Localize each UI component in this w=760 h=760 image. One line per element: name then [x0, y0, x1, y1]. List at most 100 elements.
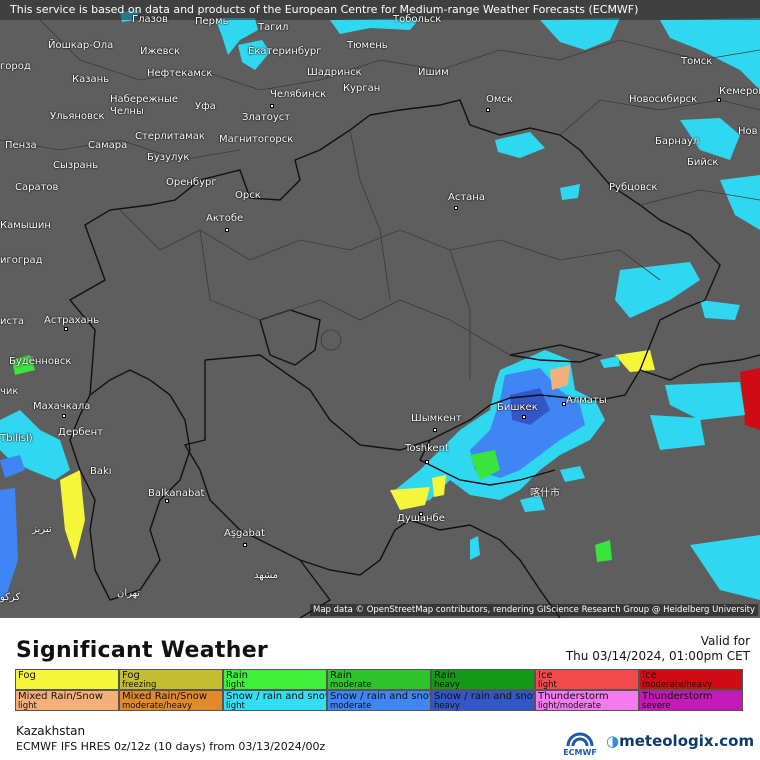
legend-item-intensity: light — [226, 701, 245, 711]
city-label: Махачкала — [33, 401, 91, 412]
legend-item-intensity: light — [226, 680, 245, 690]
model-info: ECMWF IFS HRES 0z/12z (10 days) from 03/… — [16, 740, 326, 753]
legend-item: Rain light — [223, 669, 327, 690]
legend-item: Ice light — [535, 669, 639, 690]
legend-item: Thunderstorm severe — [639, 690, 743, 711]
city-label: Курган — [343, 83, 381, 94]
legend-item: Snow / rain and snow heavy — [431, 690, 535, 711]
legend-panel: Significant Weather Valid for Thu 03/14/… — [0, 618, 760, 760]
city-label: تهران — [117, 588, 141, 599]
brand-text: meteologix.com — [619, 732, 755, 750]
city-label: игоград — [0, 255, 43, 266]
city-label: Екатеринбург — [248, 46, 322, 57]
valid-time: Thu 03/14/2024, 01:00pm CET — [565, 649, 750, 663]
map-attribution[interactable]: Map data © OpenStreetMap contributors, r… — [310, 604, 758, 616]
city-label: Toshkent — [405, 443, 449, 454]
legend-item-intensity: moderate/heavy — [642, 680, 713, 690]
city-marker — [562, 402, 566, 406]
city-label: Ульяновск — [50, 111, 105, 122]
legend-item: Mixed Rain/Snow moderate/heavy — [119, 690, 223, 711]
legend-item: Fog — [15, 669, 119, 690]
region-borders — [0, 19, 760, 380]
city-label: Новосибирск — [629, 94, 698, 105]
city-marker — [270, 104, 274, 108]
city-label: Омск — [486, 94, 513, 105]
city-marker — [522, 415, 526, 419]
city-label: Бишкек — [497, 402, 538, 413]
city-label: Сызрань — [53, 160, 99, 171]
city-label: Дербент — [58, 427, 103, 438]
city-label: чик — [0, 386, 19, 397]
legend-item: Rain moderate — [327, 669, 431, 690]
city-label: Бузулук — [147, 152, 190, 163]
city-label: Орск — [235, 190, 261, 201]
city-label: Balkanabat — [148, 488, 205, 499]
region-name: Kazakhstan — [16, 724, 86, 738]
city-label: Рубцовск — [609, 182, 658, 193]
city-label: Тюмень — [347, 40, 388, 51]
city-marker — [717, 98, 721, 102]
legend-item: Ice moderate/heavy — [639, 669, 743, 690]
city-marker — [64, 327, 68, 331]
legend-item: Rain heavy — [431, 669, 535, 690]
city-label: город — [0, 61, 31, 72]
legend-item-intensity: light/moderate — [538, 701, 602, 711]
city-label: Шадринск — [307, 67, 362, 78]
ecmwf-globe-icon — [566, 732, 594, 747]
city-label: 喀什市 — [530, 488, 560, 499]
city-marker — [225, 228, 229, 232]
panel-title: Significant Weather — [16, 638, 269, 663]
city-label: Пермь — [195, 16, 229, 27]
city-marker — [165, 499, 169, 503]
city-label: Саратов — [15, 182, 59, 193]
city-marker — [454, 206, 458, 210]
legend-item-label: Fog — [18, 670, 36, 681]
city-label: کرکو — [0, 592, 21, 603]
city-label: Ижевск — [140, 46, 181, 57]
brand-link[interactable]: ◑meteologix.com — [606, 732, 754, 750]
city-label: Нефтекамск — [147, 68, 213, 79]
city-label: Кемеров — [719, 86, 760, 97]
city-label: Златоуст — [242, 112, 291, 123]
brand-icon: ◑ — [606, 732, 620, 750]
legend-item: Snow / rain and snow moderate — [327, 690, 431, 711]
city-label: Стерлитамак — [135, 131, 205, 142]
legend-item: Fog freezing — [119, 669, 223, 690]
city-marker — [62, 414, 66, 418]
city-label: Астана — [448, 192, 485, 203]
city-label: Глазов — [132, 14, 168, 25]
city-marker — [243, 543, 247, 547]
legend-item-intensity: moderate — [330, 701, 372, 711]
legend-item-intensity: severe — [642, 701, 671, 711]
city-label: Будённовск — [9, 356, 72, 367]
city-label: Барнаул — [655, 136, 700, 147]
weather-map[interactable]: This service is based on data and produc… — [0, 0, 760, 618]
city-label: Тагил — [258, 22, 289, 33]
legend-item-intensity: heavy — [434, 701, 460, 711]
city-label: Томск — [681, 56, 713, 67]
legend-item-intensity: heavy — [434, 680, 460, 690]
city-label: Казань — [72, 74, 110, 85]
legend-item: Thunderstorm light/moderate — [535, 690, 639, 711]
city-label: Bakı — [90, 466, 112, 477]
city-label: Шымкент — [411, 413, 462, 424]
legend-item-intensity: freezing — [122, 680, 157, 690]
city-label: Оренбург — [166, 177, 217, 188]
city-label: Уфа — [195, 101, 216, 112]
city-label: تبریز — [32, 524, 52, 535]
legend-item: Mixed Rain/Snow light — [15, 690, 119, 711]
city-label: Астрахань — [44, 315, 100, 326]
city-label: Камышин — [0, 220, 51, 231]
city-label: Бийск — [687, 157, 719, 168]
precipitation-legend: Fog Fog freezing Rain light Rain moderate Rain h… — [15, 669, 743, 711]
city-label: Самара — [88, 140, 128, 151]
valid-label: Valid for — [700, 634, 750, 648]
city-label: Йошкар-Ола — [48, 40, 114, 51]
city-label: Актобе — [206, 213, 244, 224]
legend-item-intensity: light — [18, 701, 37, 711]
legend-item-intensity: moderate/heavy — [122, 701, 193, 711]
ecmwf-logo[interactable]: ECMWF — [560, 726, 600, 758]
city-marker — [419, 512, 423, 516]
city-label: Набережные Челны — [110, 94, 179, 117]
city-label: Tbilisi) — [0, 433, 33, 444]
